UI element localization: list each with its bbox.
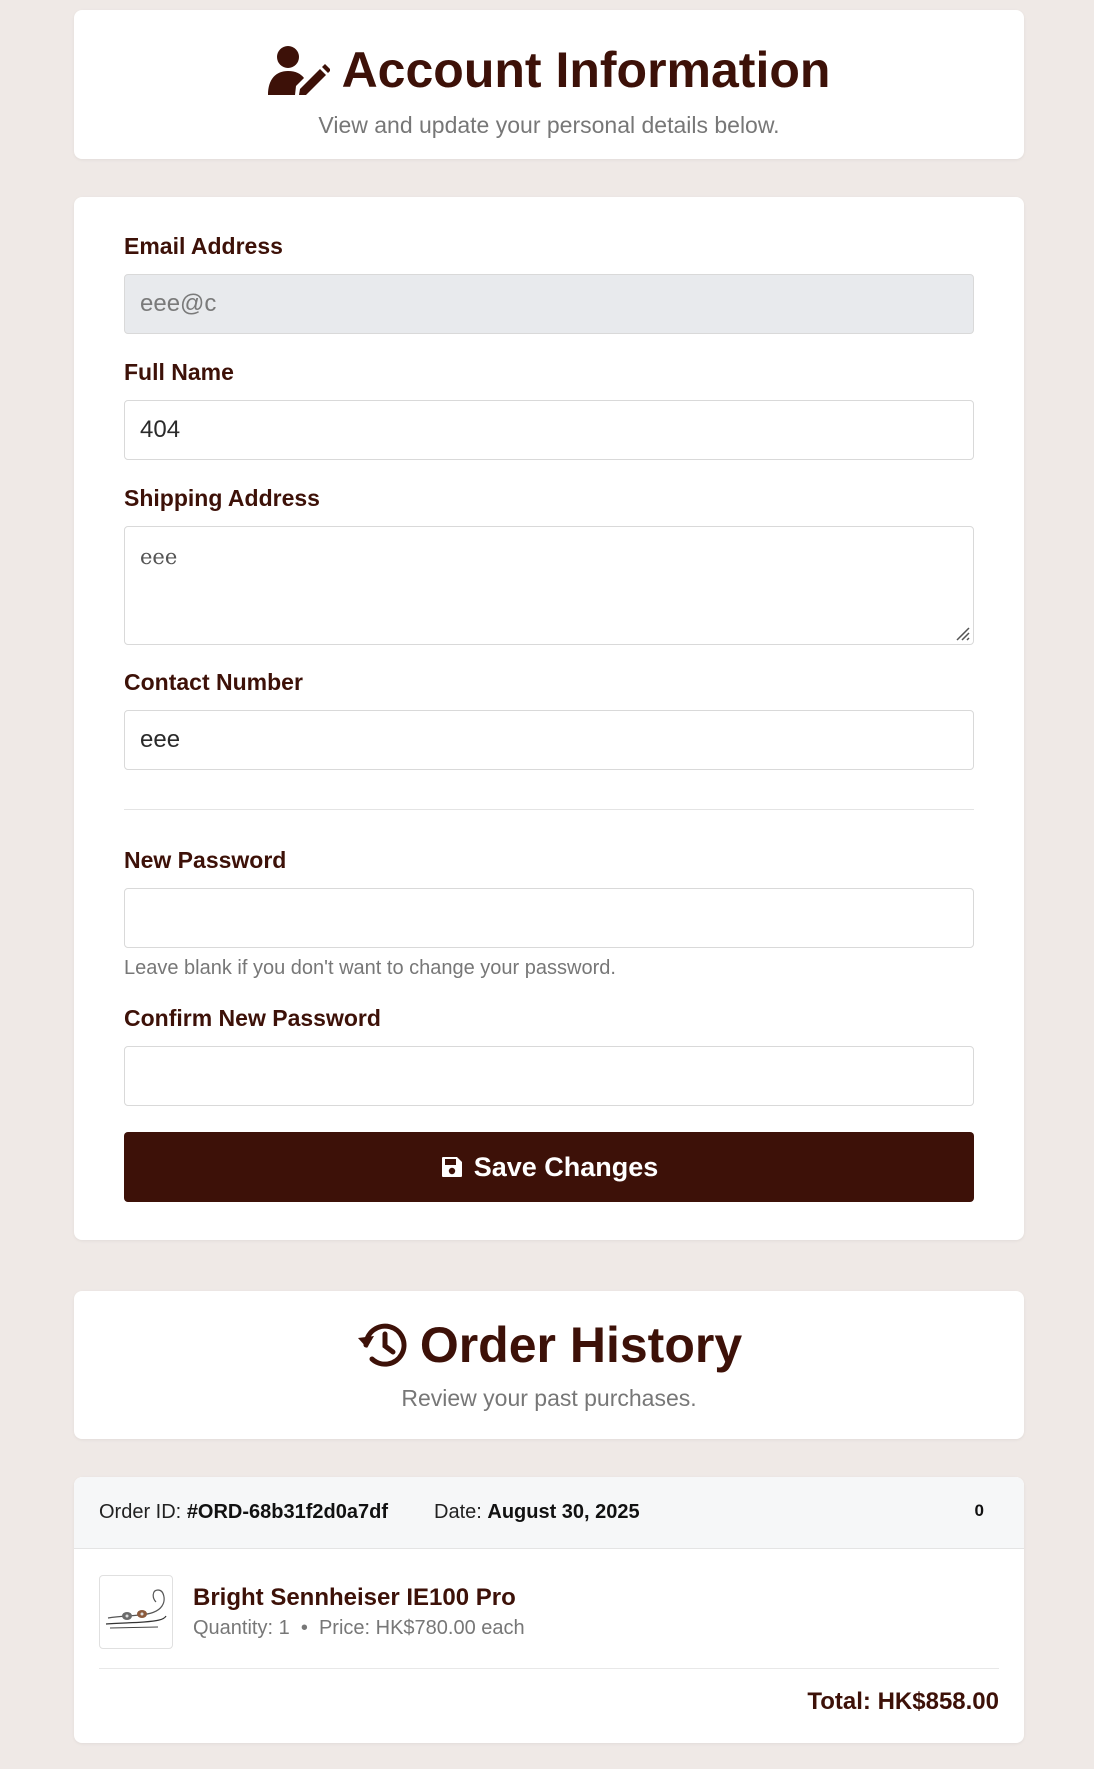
order-history-title: Order History — [419, 1317, 743, 1373]
password-hint: Leave blank if you don't want to change … — [124, 957, 616, 979]
shipping-address-label: Shipping Address — [124, 485, 320, 511]
shipping-address-textarea[interactable]: eee — [124, 526, 974, 645]
order-card: Order ID: #ORD-68b31f2d0a7df Date: Augus… — [74, 1477, 1024, 1743]
new-password-field[interactable] — [124, 888, 974, 948]
contact-number-field[interactable]: eee — [124, 710, 974, 770]
account-header-card: Account Information View and update your… — [74, 10, 1024, 159]
order-id-label: Order ID: — [99, 1501, 182, 1523]
resize-handle-icon[interactable] — [953, 624, 971, 642]
account-form-card: Email Address eee@c Full Name 404 Shippi… — [74, 197, 1024, 1240]
save-changes-label: Save Changes — [473, 1151, 659, 1182]
full-name-field[interactable]: 404 — [124, 400, 974, 460]
user-edit-icon — [267, 46, 330, 95]
save-changes-button[interactable]: Save Changes — [124, 1132, 974, 1202]
email-label: Email Address — [124, 233, 283, 259]
contact-number-label: Contact Number — [124, 669, 303, 695]
order-date: Date: August 30, 2025 — [434, 1501, 640, 1524]
order-total: Total: HK$858.00 — [807, 1688, 999, 1715]
order-history-subtitle: Review your past purchases. — [401, 1385, 697, 1411]
confirm-password-field[interactable] — [124, 1046, 974, 1106]
account-title-row: Account Information — [74, 40, 1024, 100]
order-history-title-row: Order History — [74, 1313, 1024, 1377]
page-title: Account Information — [341, 42, 831, 98]
email-field[interactable]: eee@c — [124, 274, 974, 334]
product-thumbnail — [99, 1575, 173, 1649]
history-icon — [357, 1323, 407, 1367]
save-icon — [441, 1157, 462, 1177]
order-item-name: Bright Sennheiser IE100 Pro — [193, 1584, 516, 1611]
order-status-badge: 0 — [974, 1501, 984, 1520]
order-id: Order ID: #ORD-68b31f2d0a7df — [99, 1501, 388, 1524]
order-id-value: #ORD-68b31f2d0a7df — [186, 1501, 388, 1523]
new-password-label: New Password — [124, 847, 287, 873]
page-subtitle: View and update your personal details be… — [318, 112, 780, 138]
order-item-detail: Quantity: 1 • Price: HK$780.00 each — [193, 1617, 525, 1639]
form-divider — [124, 809, 974, 810]
earphones-image — [105, 1589, 167, 1629]
order-header: Order ID: #ORD-68b31f2d0a7df Date: Augus… — [74, 1477, 1024, 1549]
order-date-label: Date: — [434, 1501, 482, 1523]
order-history-header-card: Order History Review your past purchases… — [74, 1291, 1024, 1439]
order-date-value: August 30, 2025 — [487, 1501, 640, 1523]
shipping-address-value: eee — [140, 545, 178, 569]
confirm-password-label: Confirm New Password — [124, 1005, 381, 1031]
order-divider — [99, 1668, 999, 1669]
full-name-label: Full Name — [124, 359, 234, 385]
